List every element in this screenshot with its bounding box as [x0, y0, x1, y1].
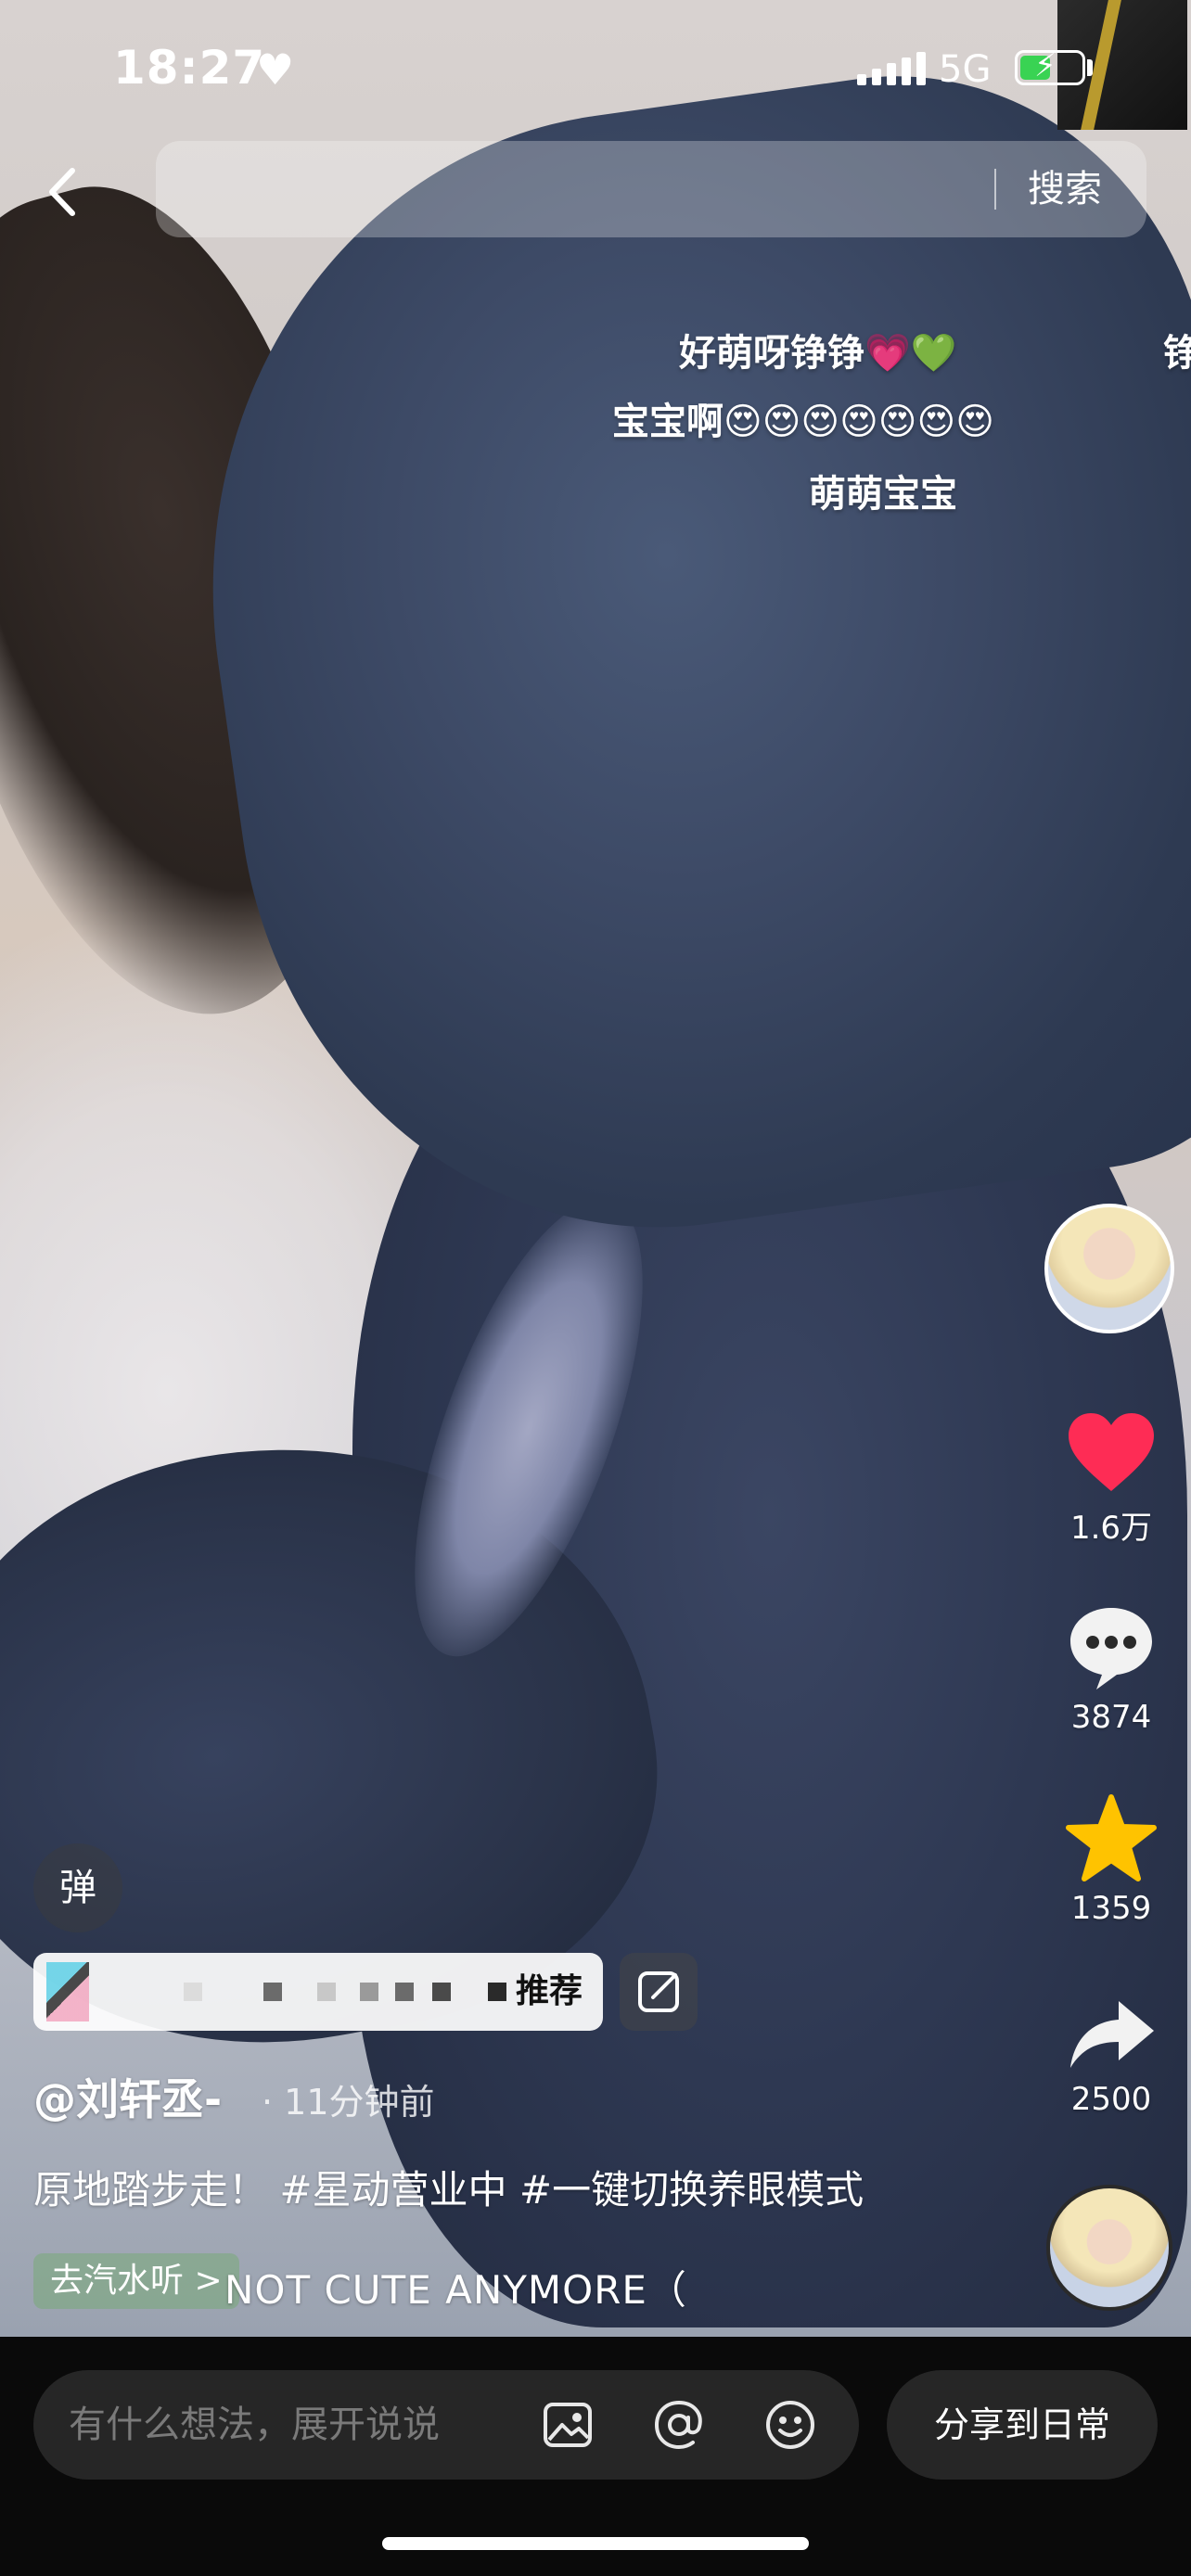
danmaku-thumbnail	[46, 1962, 89, 2021]
danmaku-recommend-label: 推荐	[515, 1972, 583, 2010]
status-bar: 18:27 ♥ 5G ⚡	[0, 0, 1191, 139]
music-disc-avatar[interactable]	[1046, 2185, 1172, 2311]
video-caption[interactable]: 原地踏步走！ #星动营业中 #一键切换养眼模式	[33, 2159, 864, 2215]
comment-icon	[1070, 1608, 1152, 1690]
edit-danmaku-button[interactable]	[620, 1953, 698, 2031]
comment-input[interactable]: 有什么想法，展开说说	[33, 2370, 859, 2480]
comment-button[interactable]: 3874	[1046, 1602, 1176, 1736]
signal-icon	[857, 48, 926, 85]
like-button[interactable]: 1.6万	[1046, 1409, 1176, 1548]
mention-icon[interactable]	[651, 2397, 707, 2453]
emoji-icon[interactable]	[762, 2397, 818, 2453]
danmaku-comment: 好萌呀铮铮💗💚	[679, 332, 957, 375]
creator-avatar[interactable]	[1044, 1204, 1174, 1333]
favorite-button[interactable]: 1359	[1046, 1793, 1176, 1927]
like-count: 1.6万	[1069, 1510, 1153, 1547]
comment-count: 3874	[1070, 1699, 1152, 1736]
danmaku-comment: 萌萌宝宝	[809, 473, 957, 516]
danmaku-comment: 宝宝啊😍😍😍😍😍😍😍	[612, 401, 994, 443]
post-time-text: 11分钟前	[284, 2082, 435, 2123]
share-arrow-icon	[1070, 2001, 1154, 2068]
image-icon[interactable]	[540, 2397, 596, 2453]
heart-icon: ♥	[256, 45, 295, 95]
search-button[interactable]: 搜索	[1028, 141, 1102, 237]
comment-placeholder: 有什么想法，展开说说	[69, 2404, 440, 2446]
battery-cap	[1087, 59, 1093, 76]
blurred-text	[98, 1971, 506, 2012]
share-to-daily-button[interactable]: 分享到日常	[887, 2370, 1158, 2480]
favorite-count: 1359	[1070, 1890, 1152, 1927]
music-title[interactable]: NOT CUTE ANYMORE（	[224, 2259, 687, 2315]
network-type: 5G	[939, 48, 992, 91]
battery-icon: ⚡	[1015, 47, 1085, 85]
home-indicator[interactable]	[382, 2537, 809, 2550]
danmaku-comment: 铮	[1163, 332, 1191, 375]
author-name[interactable]: @刘轩丞-	[33, 2066, 222, 2127]
heart-like-icon	[1069, 1413, 1154, 1491]
post-time: · 11分钟前	[262, 2082, 435, 2123]
star-icon	[1066, 1794, 1157, 1881]
video-screen: 18:27 ♥ 5G ⚡ 搜索 好萌呀铮铮💗💚 铮 宝宝啊😍😍😍😍😍😍😍 萌萌宝…	[0, 0, 1191, 2576]
danmaku-toggle-button[interactable]: 弹	[33, 1843, 122, 1932]
search-bar[interactable]: 搜索	[156, 141, 1146, 237]
music-app-tag[interactable]: 去汽水听 >	[33, 2253, 239, 2309]
share-button[interactable]: 2500	[1046, 1996, 1176, 2118]
back-icon[interactable]	[41, 159, 87, 224]
share-count: 2500	[1070, 2081, 1152, 2118]
edit-icon	[638, 1971, 679, 2012]
status-time: 18:27	[113, 41, 266, 95]
search-divider	[994, 169, 996, 210]
danmaku-input[interactable]: 推荐	[33, 1953, 603, 2031]
